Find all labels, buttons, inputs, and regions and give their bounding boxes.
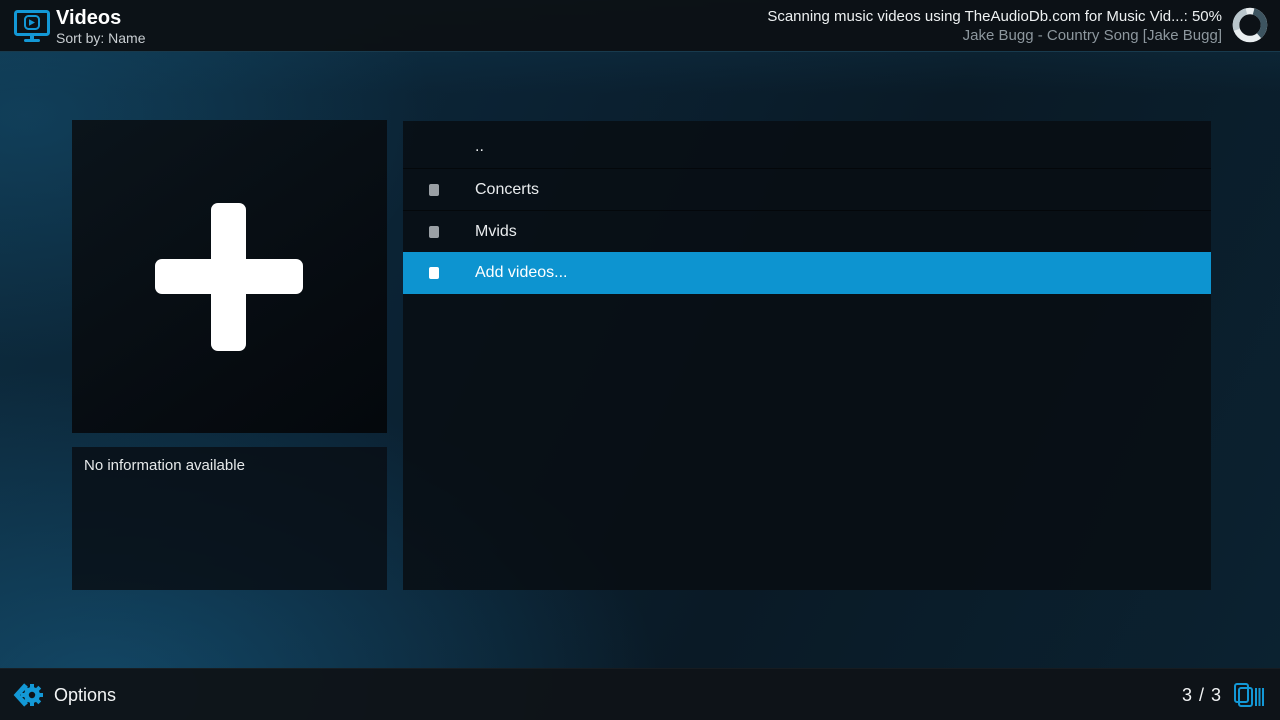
scan-current-item: Jake Bugg - Country Song [Jake Bugg] <box>767 26 1222 45</box>
list-item-label: Concerts <box>475 181 539 199</box>
scan-status: Scanning music videos using TheAudioDb.c… <box>767 7 1222 45</box>
header-text: Videos Sort by: Name <box>56 7 145 47</box>
page-position: 3 / 3 <box>1182 678 1264 712</box>
folder-bullet-icon <box>429 184 439 196</box>
page-title: Videos <box>56 7 145 30</box>
info-text: No information available <box>84 457 375 474</box>
scan-status-line: Scanning music videos using TheAudioDb.c… <box>767 7 1222 26</box>
options-button[interactable]: Options <box>12 678 116 712</box>
info-panel: No information available <box>72 447 387 590</box>
list-item-add-videos[interactable]: Add videos... <box>403 252 1211 294</box>
list-item-concerts[interactable]: Concerts <box>403 168 1211 210</box>
top-bar: Videos Sort by: Name Scanning music vide… <box>0 0 1280 52</box>
folder-bullet-icon <box>429 226 439 238</box>
file-list-panel: .. Concerts Mvids Add videos... <box>403 121 1211 590</box>
options-gear-icon <box>12 679 44 711</box>
list-item-label: Mvids <box>475 223 517 241</box>
item-thumbnail <box>72 120 387 433</box>
folder-bullet-icon <box>429 267 439 279</box>
list-item-label: Add videos... <box>475 264 568 282</box>
position-indicator: 3 / 3 <box>1182 685 1222 706</box>
video-screen-play-icon <box>14 10 50 43</box>
bottom-bar: Options 3 / 3 <box>0 668 1280 720</box>
add-plus-icon <box>72 120 387 433</box>
busy-spinner-icon <box>1231 6 1269 44</box>
list-item-parent[interactable]: .. <box>403 126 1211 168</box>
files-view-icon <box>1232 681 1264 709</box>
list-item-mvids[interactable]: Mvids <box>403 210 1211 252</box>
list-item-label: .. <box>475 138 484 156</box>
options-label: Options <box>54 685 116 706</box>
sort-order-label: Sort by: Name <box>56 30 145 47</box>
